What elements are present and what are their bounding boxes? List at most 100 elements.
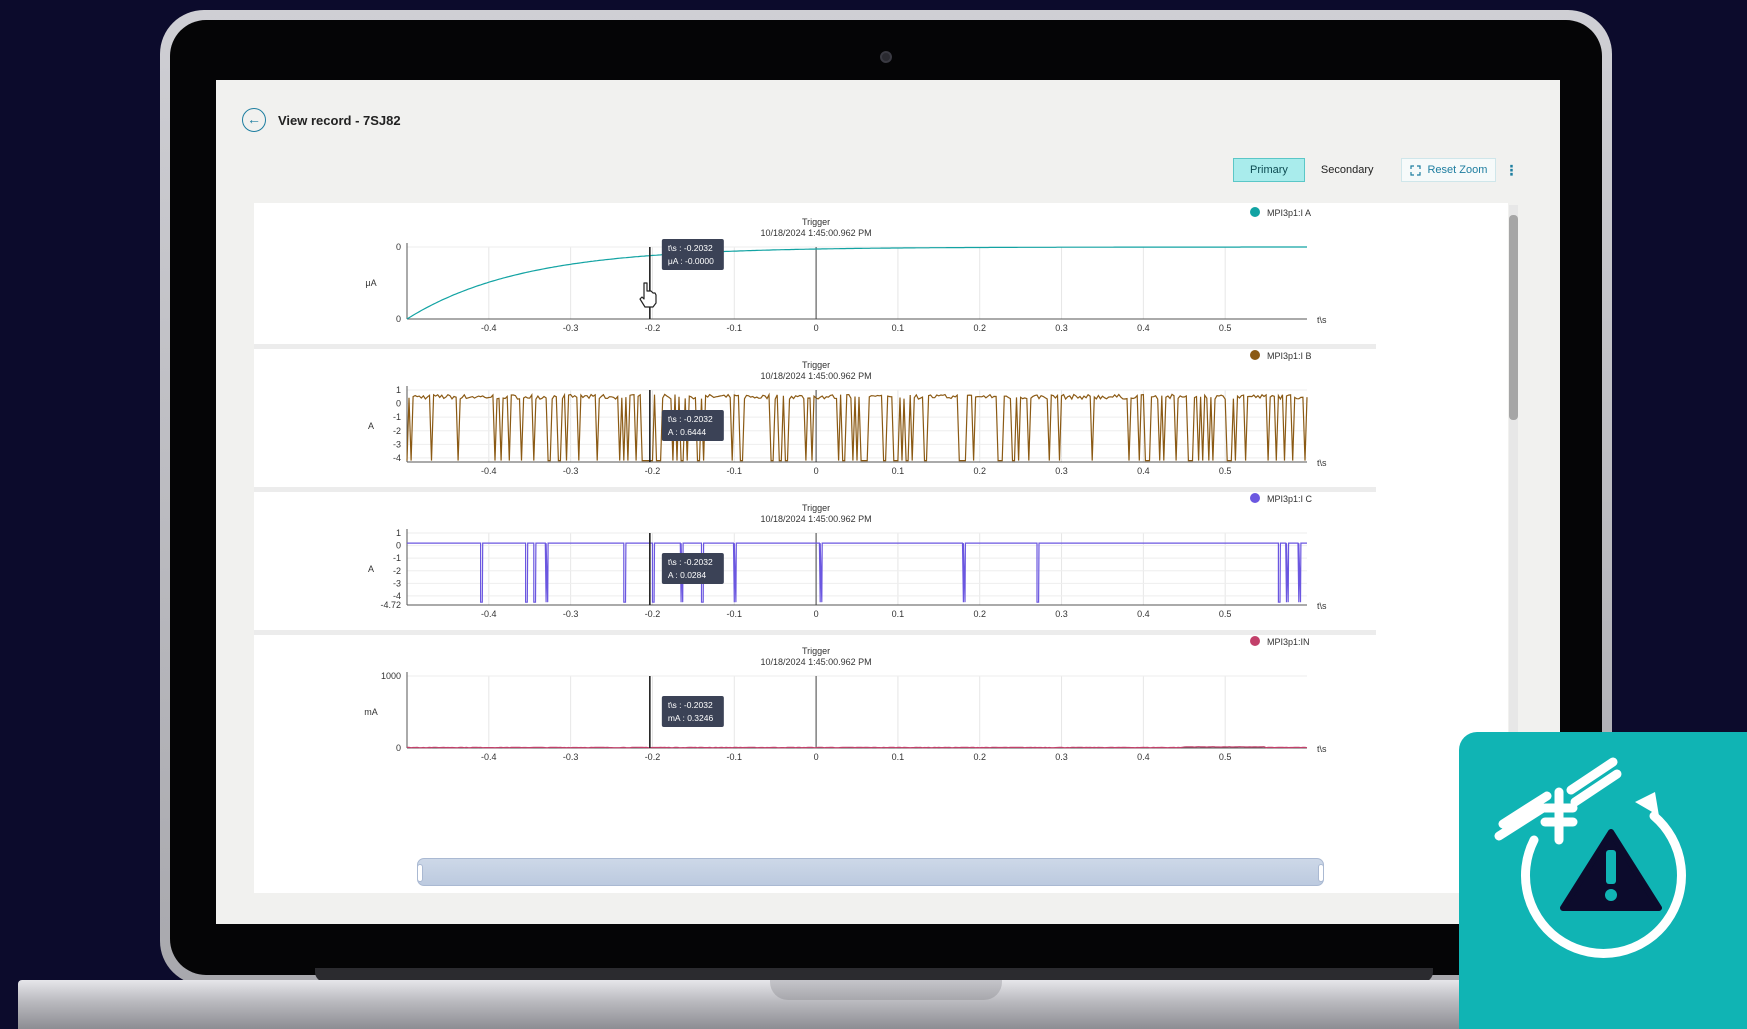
tooltip-x: t\s : -0.2032 bbox=[668, 414, 713, 424]
x-tick-label: -0.3 bbox=[563, 466, 579, 476]
x-tick-label: -0.1 bbox=[727, 752, 743, 762]
kebab-icon[interactable]: ⋮ bbox=[1504, 162, 1518, 179]
x-tick-label: 0.5 bbox=[1219, 752, 1232, 762]
x-tick-label: 0.1 bbox=[892, 609, 905, 619]
tooltip-x: t\s : -0.2032 bbox=[668, 700, 713, 710]
legend-marker bbox=[1250, 493, 1260, 503]
laptop-notch bbox=[770, 980, 1002, 1000]
y-tick-label: 0 bbox=[396, 242, 401, 252]
x-tick-label: 0.4 bbox=[1137, 466, 1150, 476]
page-title: View record - 7SJ82 bbox=[278, 112, 401, 128]
y-axis-label: mA bbox=[364, 707, 378, 717]
x-tick-label: -0.3 bbox=[563, 609, 579, 619]
x-axis-unit: t\s bbox=[1317, 458, 1327, 468]
legend-marker bbox=[1250, 350, 1260, 360]
x-tick-label: 0.3 bbox=[1055, 609, 1068, 619]
chart-toolbar: Primary Secondary Reset Zoom ⋮ bbox=[1233, 158, 1518, 182]
y-axis-label: A bbox=[368, 421, 374, 431]
chart-title: Trigger bbox=[802, 503, 830, 513]
chart-subtitle: 10/18/2024 1:45:00.962 PM bbox=[761, 514, 872, 524]
legend-label: MPI3p1:I B bbox=[1267, 351, 1312, 361]
y-tick-label: -4.72 bbox=[380, 600, 401, 610]
tooltip-x: t\s : -0.2032 bbox=[668, 243, 713, 253]
x-tick-label: -0.1 bbox=[727, 609, 743, 619]
reset-zoom-button[interactable]: Reset Zoom bbox=[1401, 158, 1497, 182]
secondary-tab[interactable]: Secondary bbox=[1305, 158, 1390, 182]
panel-separator bbox=[254, 344, 1376, 349]
chart-subtitle: 10/18/2024 1:45:00.962 PM bbox=[761, 228, 872, 238]
x-tick-label: 0.3 bbox=[1055, 752, 1068, 762]
x-tick-label: 0.2 bbox=[973, 609, 986, 619]
range-handle-right[interactable] bbox=[1318, 864, 1324, 882]
tooltip-y: A : 0.6444 bbox=[668, 427, 707, 437]
y-tick-label: -1 bbox=[393, 412, 401, 422]
range-handle-left[interactable] bbox=[417, 864, 423, 882]
x-tick-label: -0.2 bbox=[645, 323, 661, 333]
x-tick-label: -0.4 bbox=[481, 466, 497, 476]
y-tick-label: 1000 bbox=[381, 671, 401, 681]
x-tick-label: 0.1 bbox=[892, 466, 905, 476]
x-tick-label: -0.2 bbox=[645, 466, 661, 476]
x-tick-label: -0.4 bbox=[481, 323, 497, 333]
legend-marker bbox=[1250, 207, 1260, 217]
x-tick-label: 0.3 bbox=[1055, 323, 1068, 333]
x-tick-label: 0.1 bbox=[892, 752, 905, 762]
x-axis-unit: t\s bbox=[1317, 601, 1327, 611]
y-tick-label: 1 bbox=[396, 528, 401, 538]
x-tick-label: 0 bbox=[814, 609, 819, 619]
hand-cursor-shape bbox=[639, 282, 657, 308]
y-tick-label: 0 bbox=[396, 399, 401, 409]
y-tick-label: -1 bbox=[393, 553, 401, 563]
tooltip-y: mA : 0.3246 bbox=[668, 713, 714, 723]
legend-label: MPI3p1:I A bbox=[1267, 208, 1311, 218]
x-tick-label: 0.5 bbox=[1219, 609, 1232, 619]
arrow-left-icon[interactable]: ← bbox=[242, 108, 266, 132]
page-header: ← View record - 7SJ82 bbox=[242, 108, 401, 132]
tooltip-y: μA : -0.0000 bbox=[668, 256, 714, 266]
primary-tab[interactable]: Primary bbox=[1233, 158, 1305, 182]
panel-separator bbox=[254, 630, 1376, 635]
x-axis-unit: t\s bbox=[1317, 315, 1327, 325]
y-axis-label: A bbox=[368, 564, 374, 574]
x-axis-unit: t\s bbox=[1317, 744, 1327, 754]
x-tick-label: 0.1 bbox=[892, 323, 905, 333]
y-tick-label: 0 bbox=[396, 314, 401, 324]
hand-cursor-icon bbox=[639, 282, 657, 308]
reset-zoom-label: Reset Zoom bbox=[1427, 164, 1488, 176]
x-tick-label: 0.2 bbox=[973, 752, 986, 762]
app-screen: ← View record - 7SJ82 Primary Secondary … bbox=[216, 80, 1560, 924]
x-tick-label: -0.4 bbox=[481, 609, 497, 619]
x-tick-label: 0.3 bbox=[1055, 466, 1068, 476]
x-tick-label: 0.2 bbox=[973, 323, 986, 333]
charts-svg[interactable]: Trigger10/18/2024 1:45:00.962 PMMPI3p1:I… bbox=[254, 203, 1508, 893]
x-tick-label: -0.1 bbox=[727, 323, 743, 333]
scrollbar-thumb[interactable] bbox=[1509, 215, 1518, 420]
legend-label: MPI3p1:IN bbox=[1267, 637, 1310, 647]
x-tick-label: -0.3 bbox=[563, 752, 579, 762]
series-line bbox=[407, 746, 1308, 749]
y-tick-label: 0 bbox=[396, 743, 401, 753]
fault-record-warning-icon bbox=[1494, 757, 1686, 958]
y-tick-label: -2 bbox=[393, 426, 401, 436]
y-tick-label: 0 bbox=[396, 541, 401, 551]
y-axis-label: μA bbox=[365, 278, 376, 288]
y-tick-label: 1 bbox=[396, 385, 401, 395]
series-line bbox=[406, 246, 1307, 320]
chart-title: Trigger bbox=[802, 646, 830, 656]
x-tick-label: -0.4 bbox=[481, 752, 497, 762]
x-tick-label: -0.2 bbox=[645, 609, 661, 619]
fullscreen-icon bbox=[1410, 164, 1422, 176]
series-line bbox=[406, 392, 1308, 462]
chart-title: Trigger bbox=[802, 360, 830, 370]
range-selector[interactable] bbox=[417, 858, 1324, 886]
charts-panel: Trigger 10/18/2024 1:45:00.962 PM MPI3p1:I… bbox=[254, 203, 1508, 893]
chart-subtitle: 10/18/2024 1:45:00.962 PM bbox=[761, 657, 872, 667]
y-tick-label: -3 bbox=[393, 439, 401, 449]
chart-subtitle: 10/18/2024 1:45:00.962 PM bbox=[761, 371, 872, 381]
legend-label: MPI3p1:I C bbox=[1267, 494, 1313, 504]
tooltip-x: t\s : -0.2032 bbox=[668, 557, 713, 567]
x-tick-label: -0.2 bbox=[645, 752, 661, 762]
tooltip-y: A : 0.0284 bbox=[668, 570, 707, 580]
x-tick-label: 0 bbox=[814, 323, 819, 333]
x-tick-label: 0.5 bbox=[1219, 323, 1232, 333]
